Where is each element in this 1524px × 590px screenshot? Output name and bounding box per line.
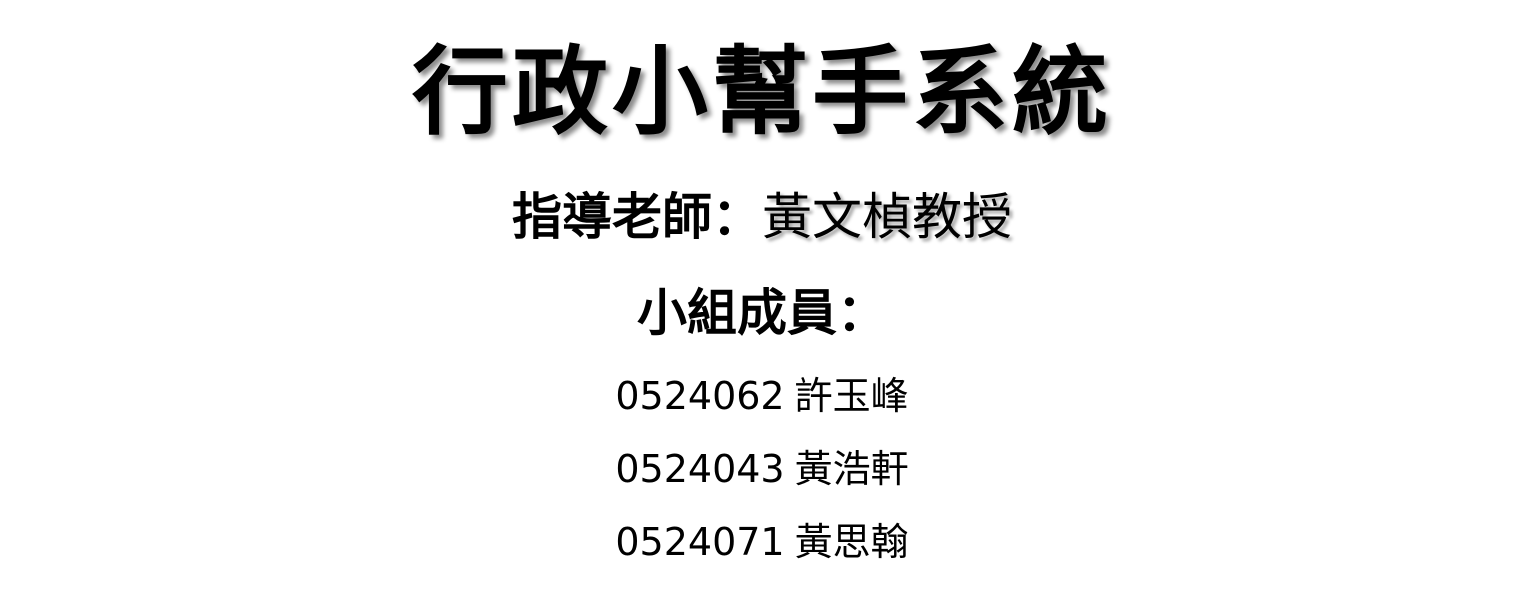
page-title: 行政小幫手系統 [412,36,1112,148]
members-heading: 小組成員： [637,284,887,342]
member-id: 0524062 [615,374,785,418]
title-slide: 行政小幫手系統 指導老師：黃文楨教授 小組成員： 0524062 許玉峰 0524… [0,0,1524,590]
member-name: 黃浩軒 [794,447,909,491]
member-list: 0524062 許玉峰 0524043 黃浩軒 0524071 黃思翰 [0,360,1524,579]
member-name: 黃思翰 [794,520,909,564]
advisor-label: 指導老師： [512,188,762,246]
member-item: 0524071 黃思翰 [0,506,1524,579]
advisor-line: 指導老師：黃文楨教授 [0,182,1524,252]
advisor-name: 黃文楨教授 [762,188,1012,246]
member-item: 0524062 許玉峰 [0,360,1524,433]
member-id: 0524071 [615,520,785,564]
member-id: 0524043 [615,447,785,491]
member-item: 0524043 黃浩軒 [0,433,1524,506]
member-name: 許玉峰 [794,374,909,418]
